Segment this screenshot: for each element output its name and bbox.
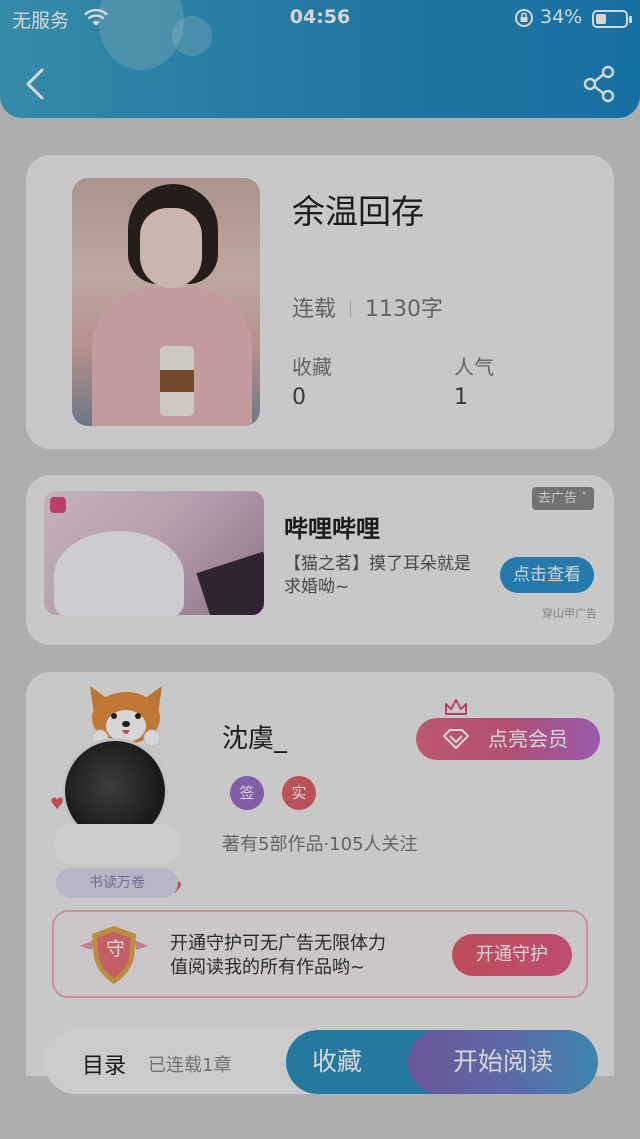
back-button[interactable]	[18, 64, 52, 104]
battery-percent: 34%	[540, 6, 583, 28]
avatar-cloud-decoration	[54, 824, 180, 864]
guard-text-line1: 开通守护可无广告无限体力	[170, 933, 386, 954]
book-cover-image[interactable]	[72, 178, 260, 426]
header-bar: 无服务 04:56 34%	[0, 0, 640, 118]
ad-image-shape	[196, 551, 264, 615]
bilibili-logo-icon	[50, 497, 66, 513]
ad-description: 【猫之茗】摸了耳朵就是求婚呦~	[284, 554, 471, 597]
author-name[interactable]: 沈虞_	[222, 718, 287, 755]
verified-tag: 实	[282, 776, 316, 810]
book-status-line: 连载 1130字	[292, 291, 443, 323]
orientation-lock-icon	[515, 9, 533, 27]
ad-title: 哔哩哔哩	[284, 515, 380, 543]
favorites-label: 收藏	[292, 355, 332, 379]
cover-figure-face	[140, 208, 202, 288]
remove-ad-button[interactable]: 去广告 ˅	[532, 487, 594, 510]
guard-text-line2: 值阅读我的所有作品哟~	[170, 957, 366, 978]
cover-coffee-cup	[160, 346, 194, 416]
ad-card[interactable]: 去广告 ˅ 哔哩哔哩 【猫之茗】摸了耳朵就是求婚呦~ 点击查看 穿山甲广告	[26, 475, 614, 645]
guard-promo: 守 开通守护可无广告无限体力 值阅读我的所有作品哟~ 开通守护	[52, 910, 588, 998]
shield-character: 守	[106, 938, 126, 960]
battery-fill	[596, 14, 606, 24]
book-word-count: 1130字	[365, 297, 444, 322]
chapter-count: 已连载1章	[148, 1055, 232, 1076]
book-title: 余温回存	[292, 192, 424, 231]
crown-icon	[445, 699, 467, 715]
heart-icon: ♥	[50, 794, 65, 813]
ad-source-label: 穿山甲广告	[542, 607, 597, 620]
battery-icon	[592, 10, 632, 28]
open-guard-button[interactable]: 开通守护	[452, 934, 572, 976]
diamond-icon	[443, 729, 469, 749]
ad-image-figure	[54, 531, 184, 615]
bottom-action-bar: 目录 已连载1章 收藏 开始阅读	[44, 1030, 598, 1094]
avatar-badge: 书读万卷	[56, 868, 178, 898]
popularity-value: 1	[454, 385, 468, 410]
share-button[interactable]	[582, 64, 618, 104]
author-stats: 著有5部作品·105人关注	[222, 834, 418, 855]
signed-tag: 签	[230, 776, 264, 810]
corgi-frame-icon	[90, 686, 162, 747]
vip-button-label: 点亮会员	[488, 727, 568, 751]
ad-image[interactable]	[44, 491, 264, 615]
favorites-value: 0	[292, 385, 306, 410]
guard-description: 开通守护可无广告无限体力 值阅读我的所有作品哟~	[170, 932, 386, 980]
start-reading-button[interactable]: 开始阅读	[408, 1030, 598, 1094]
activate-vip-button[interactable]: 点亮会员	[416, 718, 600, 760]
table-of-contents-button[interactable]: 目录	[82, 1048, 126, 1080]
popularity-label: 人气	[454, 355, 494, 379]
book-status: 连载	[292, 297, 337, 322]
author-avatar-frame[interactable]: ♥ ♥ 书读万卷	[50, 682, 200, 898]
author-card: ♥ ♥ 书读万卷 沈虞_ 签 实 著有5部作品·105人关注 点亮会员 守 开通…	[26, 672, 614, 1092]
status-bar: 无服务 04:56 34%	[0, 6, 640, 32]
divider	[350, 300, 352, 318]
book-info-card: 余温回存 连载 1130字 收藏 0 人气 1	[26, 155, 614, 449]
ad-view-button[interactable]: 点击查看	[500, 557, 594, 593]
